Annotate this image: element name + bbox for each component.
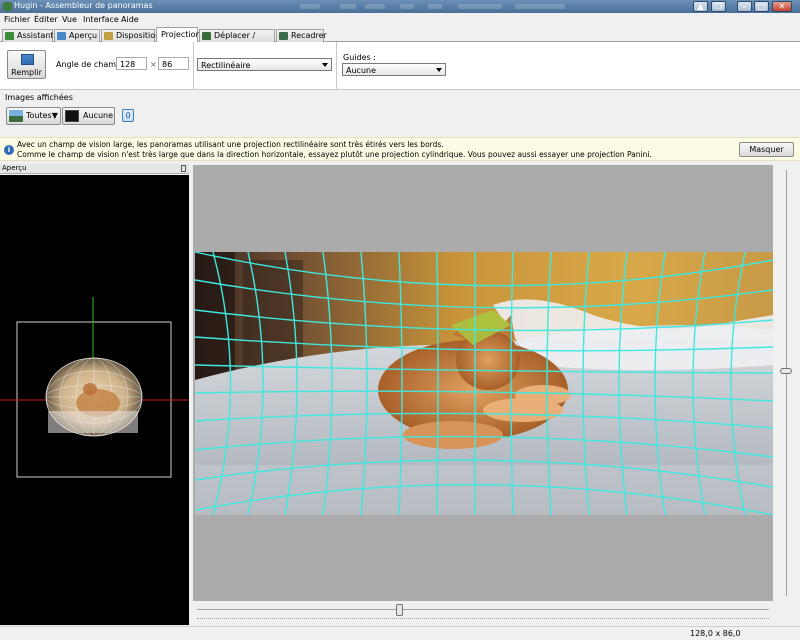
pin-icon[interactable]: [181, 165, 186, 172]
tab-deplacer-glisser[interactable]: Déplacer / Glisser: [199, 29, 275, 51]
fill-icon: [21, 54, 34, 65]
menu-aide[interactable]: Aide: [121, 15, 139, 24]
toolbar-divider: [193, 42, 194, 90]
slider-thumb[interactable]: [780, 368, 792, 374]
tab-apercu[interactable]: Aperçu: [54, 29, 100, 42]
tab-label: Recadrer: [291, 31, 327, 40]
title-bar-decoration: [400, 4, 414, 9]
layout-icon: [104, 32, 113, 40]
fov-horizontal-field[interactable]: 128: [116, 57, 147, 70]
fov-status: 128,0 x 86,0: [690, 629, 741, 638]
chevron-down-icon: [322, 63, 328, 67]
menu-bar: Fichier Éditer Vue Interface Aide: [0, 13, 800, 26]
maximize-button[interactable]: □: [754, 1, 769, 12]
menu-vue[interactable]: Vue: [62, 15, 77, 24]
tab-label: Assistant: [17, 31, 54, 40]
title-bar-decoration: [300, 4, 320, 9]
tab-recadrer[interactable]: Recadrer: [276, 29, 327, 42]
show-none-label: Aucune: [83, 111, 114, 120]
overview-title-text: Aperçu: [2, 164, 27, 172]
guides-select-value: Aucune: [346, 66, 377, 75]
menu-editer[interactable]: Éditer: [34, 15, 58, 24]
tab-label: Projection: [161, 30, 201, 39]
title-bar-decoration: [428, 4, 442, 9]
menu-fichier[interactable]: Fichier: [4, 15, 30, 24]
vertical-fov-slider[interactable]: [776, 165, 798, 601]
panorama-preview: [194, 251, 774, 516]
tab-label: Disposition: [116, 31, 161, 40]
tab-disposition[interactable]: Disposition: [101, 29, 160, 42]
show-all-label: Toutes▼: [26, 111, 58, 120]
move-icon: [202, 32, 211, 40]
slider-track: [786, 170, 787, 596]
fov-vertical-field[interactable]: 86: [158, 57, 189, 70]
toolbar-divider: [336, 42, 337, 90]
title-bar: Hugin - Assembleur de panoramas ▲ ❐ – □ …: [0, 0, 800, 13]
image-icon: [57, 32, 66, 40]
hide-info-button[interactable]: Masquer: [739, 142, 794, 157]
minimize-button[interactable]: –: [737, 1, 752, 12]
title-bar-decoration: [515, 4, 565, 9]
info-message-line-2: Comme le champ de vision n'est très larg…: [17, 150, 652, 159]
tab-bar: Assistant Aperçu Disposition Projection …: [0, 27, 800, 51]
hugin-app-icon: [3, 2, 12, 11]
chevron-down-icon: [436, 68, 442, 72]
restore-button[interactable]: ❐: [711, 1, 726, 12]
slider-ticks: [197, 618, 769, 619]
horizontal-fov-slider[interactable]: [193, 602, 776, 624]
guides-select[interactable]: Aucune: [342, 63, 446, 76]
info-icon: i: [4, 145, 14, 155]
fill-button[interactable]: Remplir: [7, 50, 46, 79]
landscape-icon: [9, 110, 23, 122]
projection-toolbar: Remplir Angle de champ : 128 × 86 Rectil…: [0, 42, 800, 90]
overview-sphere-graphic: [0, 297, 189, 478]
fov-separator: ×: [150, 60, 157, 69]
slider-track: [197, 609, 769, 610]
image-toggle-0[interactable]: 0: [122, 109, 134, 122]
show-all-images-button[interactable]: Toutes▼: [6, 107, 61, 125]
crop-icon: [279, 32, 288, 40]
projection-select-value: Rectilinéaire: [201, 61, 251, 70]
close-button[interactable]: ✕: [772, 1, 792, 12]
title-bar-decoration: [340, 4, 356, 9]
info-bar: i Avec un champ de vision large, les pan…: [0, 137, 800, 161]
overview-pane-title: Aperçu: [0, 164, 189, 174]
guides-label: Guides :: [343, 53, 376, 62]
window-title: Hugin - Assembleur de panoramas: [14, 1, 153, 10]
show-no-images-button[interactable]: Aucune: [62, 107, 115, 125]
title-bar-decoration: [365, 4, 385, 9]
tab-projection[interactable]: Projection: [156, 27, 201, 43]
dark-landscape-icon: [65, 110, 79, 122]
title-bar-decoration: [458, 4, 502, 9]
scroll-up-button[interactable]: ▲: [693, 1, 708, 12]
images-shown-label: Images affichées: [5, 93, 73, 102]
cat-photo: [195, 252, 773, 515]
fill-button-label: Remplir: [11, 68, 42, 77]
info-message-line-1: Avec un champ de vision large, les panor…: [17, 140, 444, 149]
tab-assistant[interactable]: Assistant: [2, 29, 53, 42]
wand-icon: [5, 32, 14, 40]
status-bar: 128,0 x 86,0: [0, 626, 800, 640]
tab-label: Aperçu: [69, 31, 98, 40]
menu-interface[interactable]: Interface: [83, 15, 119, 24]
fast-preview-canvas[interactable]: [193, 165, 774, 601]
overview-panorama-view[interactable]: [0, 175, 189, 625]
projection-select[interactable]: Rectilinéaire: [197, 58, 332, 71]
slider-thumb[interactable]: [396, 604, 403, 616]
